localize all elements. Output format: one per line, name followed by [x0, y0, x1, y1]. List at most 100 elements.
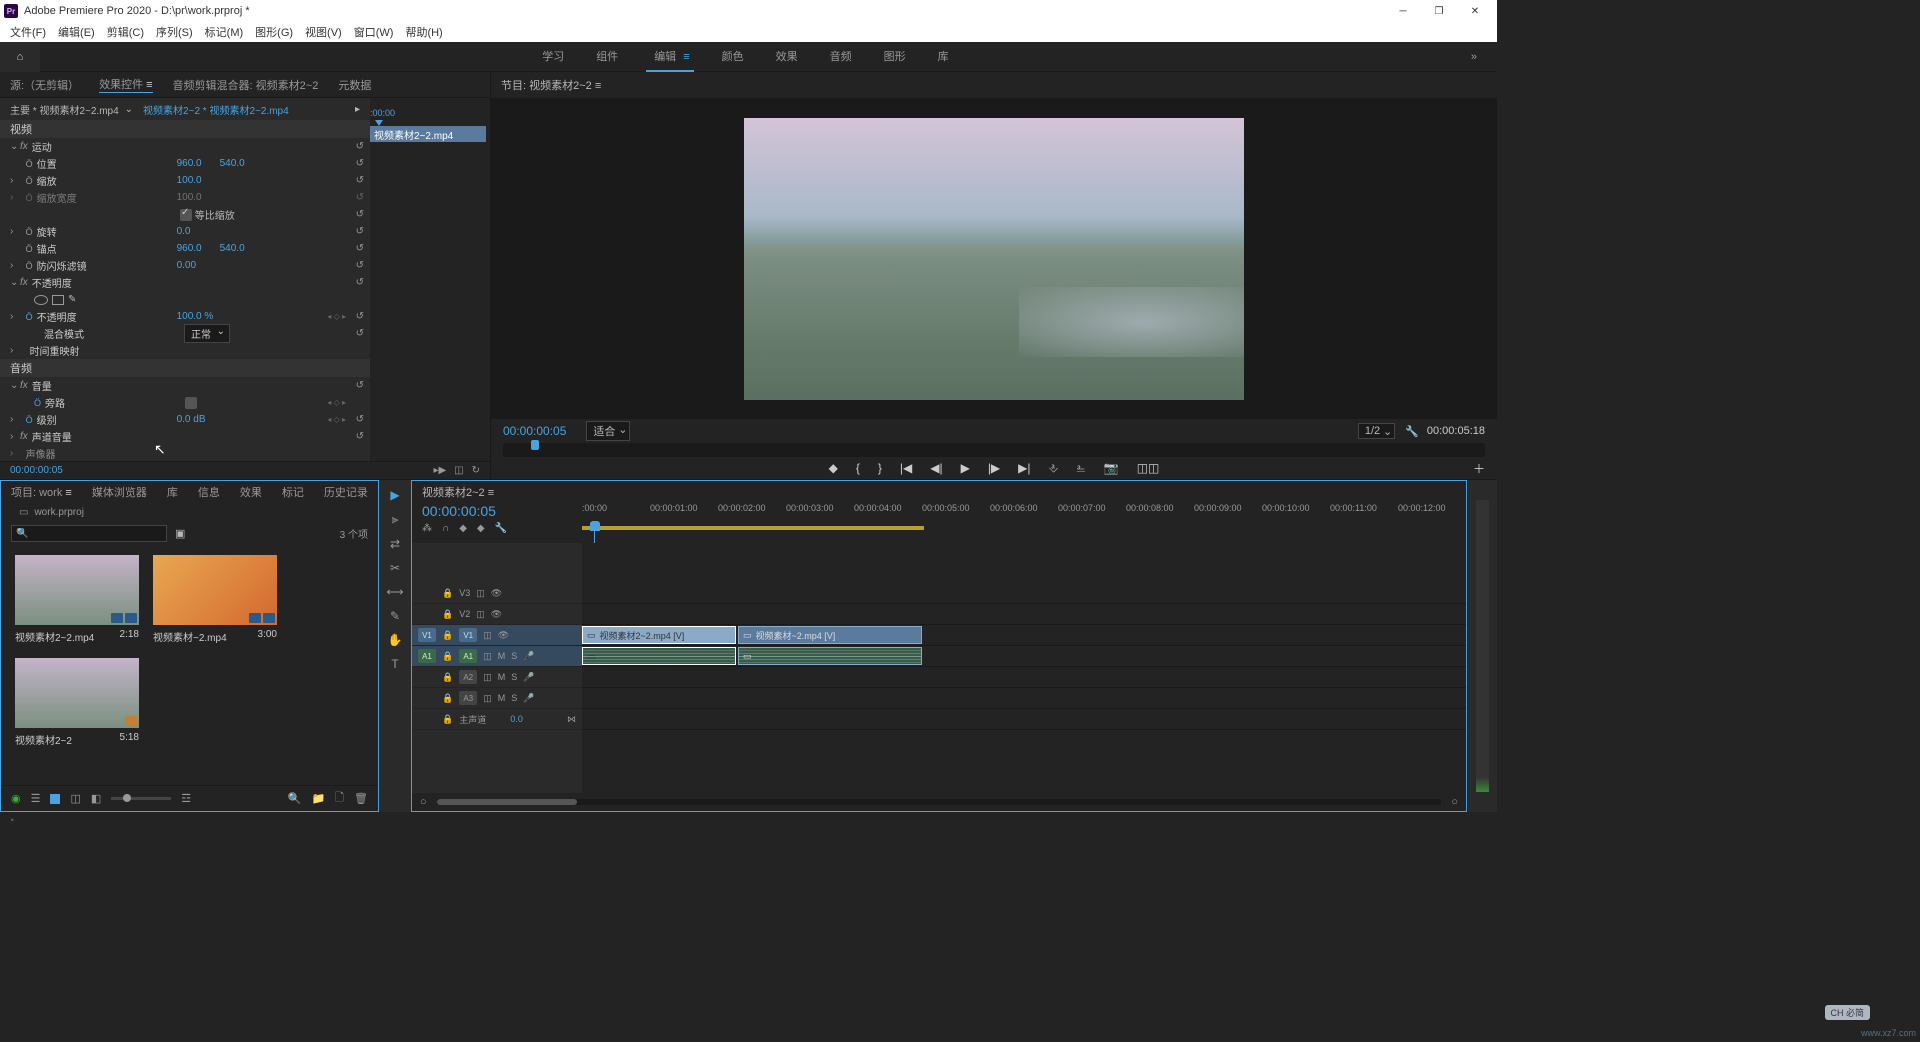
export-frame-button[interactable]: 📷	[1104, 461, 1119, 475]
workspace-color[interactable]: 颜色	[718, 42, 748, 72]
linked-select-icon[interactable]: ∩	[442, 523, 449, 534]
prop-scale[interactable]: › Ö缩放100.0↺	[0, 172, 370, 189]
tab-effect-controls[interactable]: 效果控件 ≡	[99, 76, 152, 93]
razor-tool[interactable]: ✂	[390, 561, 400, 575]
track-a1[interactable]: ▭ ▭	[582, 646, 1466, 667]
zoom-handle-left[interactable]: ○	[420, 796, 427, 808]
prop-position[interactable]: Ö位置960.0540.0↺	[0, 155, 370, 172]
goto-out-button[interactable]: ▶|	[1018, 461, 1030, 475]
prop-antiflicker[interactable]: › Ö防闪烁滤镜0.00↺	[0, 257, 370, 274]
project-bin-grid[interactable]: 视频素材2~2.mp42:18 视频素材~2.mp43:00 视频素材2~25:…	[1, 545, 378, 785]
prop-rotation[interactable]: › Ö旋转0.0↺	[0, 223, 370, 240]
project-item[interactable]: 视频素材~2.mp43:00	[153, 555, 277, 644]
track-header-v2[interactable]: 🔒V2◫👁	[412, 604, 582, 625]
play-button[interactable]: ▶	[961, 461, 970, 475]
slip-tool[interactable]: ⟷	[386, 585, 403, 599]
track-header-master[interactable]: 🔒主声道0.0⋈	[412, 709, 582, 730]
extract-button[interactable]: ⎁	[1076, 461, 1086, 476]
opacity-masks[interactable]: ✎	[0, 291, 370, 308]
horizontal-zoombar[interactable]	[437, 799, 1442, 805]
track-header-v1[interactable]: V1🔒V1◫👁	[412, 625, 582, 646]
prop-level[interactable]: › Ö级别0.0 dB◂ ◇ ▸↺	[0, 411, 370, 428]
new-bin-button[interactable]: 📁	[311, 792, 325, 805]
effect-timeline-playhead[interactable]: :00:00	[370, 108, 395, 118]
tab-libraries[interactable]: 库	[167, 484, 178, 500]
step-back-button[interactable]: ◀|	[930, 461, 942, 475]
freeform-icon[interactable]: ◫	[70, 792, 80, 805]
zoom-handle-right[interactable]: ○	[1451, 796, 1458, 808]
timeline-track-area[interactable]: ▭视频素材2~2.mp4 [V] ▭视频素材~2.mp4 [V] ▭ ▭	[582, 543, 1466, 793]
menu-marker[interactable]: 标记(M)	[199, 24, 250, 40]
sequence-marker-icon[interactable]: ◆	[477, 523, 485, 534]
clip-v1-2[interactable]: ▭视频素材~2.mp4 [V]	[738, 626, 922, 644]
track-v2[interactable]	[582, 604, 1466, 625]
tab-project[interactable]: 项目: work ≡	[11, 484, 72, 500]
menu-graphics[interactable]: 图形(G)	[249, 24, 299, 40]
effect-icon-2[interactable]: ◫	[454, 465, 463, 476]
prop-blend[interactable]: 混合模式正常↺	[0, 325, 370, 342]
icon-view-icon[interactable]	[50, 794, 60, 804]
fx-opacity[interactable]: ⌄fx不透明度↺	[0, 274, 370, 291]
timeline-ruler[interactable]: :00:0000:00:01:0000:00:02:0000:00:03:000…	[582, 503, 1466, 523]
tab-effects[interactable]: 效果	[240, 484, 262, 500]
menu-window[interactable]: 窗口(W)	[348, 24, 400, 40]
new-bin-icon[interactable]: ▣	[175, 527, 185, 540]
tab-history[interactable]: 历史记录	[324, 484, 368, 500]
zoom-slider[interactable]	[111, 797, 171, 800]
tab-media-browser[interactable]: 媒体浏览器	[92, 484, 147, 500]
rec-icon[interactable]: ◉	[11, 792, 21, 805]
track-header-a1[interactable]: A1🔒A1◫MS🎤	[412, 646, 582, 667]
workspace-audio[interactable]: 音频	[826, 42, 856, 72]
prop-opacity[interactable]: › Ö不透明度100.0 %◂ ◇ ▸↺	[0, 308, 370, 325]
pen-tool[interactable]: ✎	[390, 609, 400, 623]
marker-button[interactable]: ◆	[829, 461, 838, 475]
workspace-graphics[interactable]: 图形	[880, 42, 910, 72]
prop-anchor[interactable]: Ö锚点960.0540.0↺	[0, 240, 370, 257]
add-button[interactable]: ＋	[1473, 460, 1485, 477]
workspace-effects[interactable]: 效果	[772, 42, 802, 72]
settings-icon[interactable]: 🔧	[1405, 425, 1419, 438]
prop-uniform-scale[interactable]: 等比缩放↺	[0, 206, 370, 223]
delete-button[interactable]: 🗑	[354, 792, 368, 805]
workspace-edit[interactable]: 编辑 ≡	[646, 42, 693, 72]
settings-icon[interactable]: 🔧	[495, 523, 507, 534]
marker-icon[interactable]: ◆	[459, 523, 467, 534]
fx-timeremap[interactable]: › 时间重映射	[0, 342, 370, 359]
menu-view[interactable]: 视图(V)	[299, 24, 348, 40]
playhead[interactable]	[590, 521, 600, 531]
track-header-a3[interactable]: 🔒A3◫MS🎤	[412, 688, 582, 709]
program-timecode[interactable]: 00:00:00:05	[503, 424, 566, 438]
track-select-tool[interactable]: ⫸	[392, 512, 399, 527]
track-a2[interactable]	[582, 667, 1466, 688]
effect-icon-1[interactable]: ▸▶	[433, 465, 446, 476]
track-v3[interactable]	[582, 583, 1466, 604]
snap-icon[interactable]: ⁂	[422, 523, 432, 534]
tab-audio-mixer[interactable]: 音频剪辑混合器: 视频素材2~2	[173, 77, 319, 93]
tab-source[interactable]: 源:（无剪辑）	[10, 77, 79, 93]
work-area-bar[interactable]	[582, 523, 1466, 533]
step-forward-button[interactable]: |▶	[988, 461, 1000, 475]
type-tool[interactable]: T	[391, 657, 398, 671]
hand-tool[interactable]: ✋	[388, 633, 403, 647]
find-icon[interactable]: 🔍	[288, 792, 302, 805]
automate-icon[interactable]: ☲	[181, 792, 191, 805]
sequence-tab[interactable]: 视频素材2~2 ≡	[422, 484, 494, 500]
track-a3[interactable]	[582, 688, 1466, 709]
track-v1[interactable]: ▭视频素材2~2.mp4 [V] ▭视频素材~2.mp4 [V]	[582, 625, 1466, 646]
zoom-fit-dropdown[interactable]: 适合	[586, 421, 630, 441]
ripple-tool[interactable]: ⇄	[390, 537, 400, 551]
fx-panner[interactable]: › 声像器	[0, 445, 370, 461]
track-master[interactable]	[582, 709, 1466, 730]
track-header-v3[interactable]: 🔒V3◫👁	[412, 583, 582, 604]
lift-button[interactable]: ⎀	[1049, 461, 1059, 476]
close-button[interactable]: ✕	[1457, 0, 1493, 22]
maximize-button[interactable]: ❐	[1421, 0, 1457, 22]
selection-tool[interactable]: ▶	[390, 488, 399, 502]
compare-button[interactable]: ◫◫	[1137, 461, 1160, 475]
sort-icon[interactable]: ◧	[91, 792, 101, 805]
out-point-button[interactable]: }	[878, 461, 882, 475]
home-button[interactable]: ⌂	[0, 42, 40, 72]
project-search-input[interactable]	[11, 525, 167, 542]
program-monitor[interactable]	[491, 98, 1497, 419]
in-point-button[interactable]: {	[856, 461, 860, 475]
